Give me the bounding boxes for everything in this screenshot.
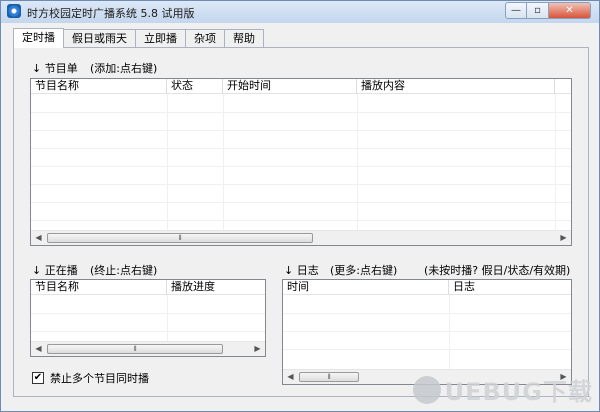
- down-arrow-icon: ↓: [32, 264, 42, 277]
- watermark-logo-icon: [412, 375, 441, 404]
- down-arrow-icon: ↓: [32, 62, 42, 75]
- playing-list-header: 节目名称 播放进度: [31, 280, 265, 295]
- tab-help[interactable]: 帮助: [224, 29, 264, 48]
- schedule-section-heading: ↓ 节目单: [32, 60, 78, 76]
- column-header-log[interactable]: 日志: [449, 280, 571, 295]
- tab-instant-play[interactable]: 立即播: [135, 29, 186, 48]
- scheduled-play-panel: ↓ 节目单 (添加:点右键) 节目名称 状态 开始时间 播放内容 ◀ ⦀ ▶ ↓…: [13, 47, 589, 397]
- log-section-heading: ↓ 日志: [284, 262, 319, 278]
- app-window: 时方校园定时广播系统 5.8 试用版 — ▫ ✕ 定时播 假日或雨天 立即播 杂…: [0, 0, 600, 412]
- no-simultaneous-programs-label: 禁止多个节目同时播: [50, 372, 149, 385]
- no-simultaneous-programs-checkbox[interactable]: ✔: [32, 372, 44, 384]
- column-header-program-name[interactable]: 节目名称: [31, 280, 167, 295]
- minimize-button[interactable]: —: [505, 2, 527, 19]
- scroll-left-icon[interactable]: ◀: [283, 370, 298, 384]
- scroll-left-icon[interactable]: ◀: [31, 231, 46, 245]
- tab-misc[interactable]: 杂项: [185, 29, 225, 48]
- app-logo-icon: [7, 4, 21, 18]
- restore-button[interactable]: ▫: [527, 2, 549, 19]
- scroll-right-icon[interactable]: ▶: [250, 342, 265, 356]
- playing-section-heading: ↓ 正在播: [32, 262, 78, 278]
- log-hint: (更多:点右键): [330, 264, 398, 277]
- schedule-horizontal-scrollbar[interactable]: ◀ ⦀ ▶: [31, 230, 571, 245]
- schedule-title: 节目单: [44, 62, 78, 75]
- scrollbar-thumb[interactable]: ⦀: [47, 344, 223, 354]
- scrollbar-thumb[interactable]: ⦀: [299, 372, 359, 382]
- main-tabs: 定时播 假日或雨天 立即播 杂项 帮助: [13, 28, 264, 48]
- column-header-start-time[interactable]: 开始时间: [223, 79, 357, 94]
- column-header-time[interactable]: 时间: [283, 280, 449, 295]
- log-list[interactable]: 时间 日志 ◀ ⦀ ▶: [282, 279, 572, 385]
- scrollbar-thumb[interactable]: ⦀: [47, 233, 313, 243]
- site-watermark: UEBUG下载: [412, 372, 593, 407]
- column-header-status[interactable]: 状态: [167, 79, 223, 94]
- column-header-play-progress[interactable]: 播放进度: [167, 280, 265, 295]
- close-button[interactable]: ✕: [549, 2, 591, 19]
- tab-holiday-rain[interactable]: 假日或雨天: [63, 29, 136, 48]
- scroll-right-icon[interactable]: ▶: [556, 231, 571, 245]
- scroll-left-icon[interactable]: ◀: [31, 342, 46, 356]
- column-header-program-name[interactable]: 节目名称: [31, 79, 167, 94]
- column-header-play-content[interactable]: 播放内容: [357, 79, 555, 94]
- playing-title: 正在播: [44, 264, 78, 277]
- playing-list[interactable]: 节目名称 播放进度 ◀ ⦀ ▶: [30, 279, 266, 357]
- tab-scheduled-play[interactable]: 定时播: [13, 28, 64, 48]
- window-title: 时方校园定时广播系统 5.8 试用版: [27, 7, 195, 20]
- log-list-header: 时间 日志: [283, 280, 571, 295]
- down-arrow-icon: ↓: [284, 264, 294, 277]
- watermark-text: UEBUG下载: [444, 378, 593, 406]
- schedule-list-header: 节目名称 状态 开始时间 播放内容: [31, 79, 571, 94]
- playing-horizontal-scrollbar[interactable]: ◀ ⦀ ▶: [31, 341, 265, 356]
- window-controls: — ▫ ✕: [505, 2, 591, 19]
- title-bar: 时方校园定时广播系统 5.8 试用版 — ▫ ✕: [1, 1, 599, 23]
- playing-hint: (终止:点右键): [90, 264, 158, 277]
- log-missed-hint: (未按时播? 假日/状态/有效期): [424, 264, 571, 277]
- log-title: 日志: [296, 264, 319, 277]
- no-simultaneous-programs-option[interactable]: ✔ 禁止多个节目同时播: [32, 370, 149, 386]
- schedule-hint: (添加:点右键): [90, 62, 158, 75]
- schedule-list[interactable]: 节目名称 状态 开始时间 播放内容 ◀ ⦀ ▶: [30, 78, 572, 246]
